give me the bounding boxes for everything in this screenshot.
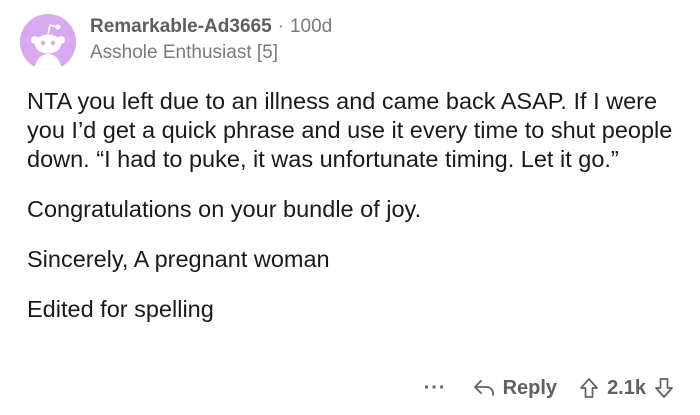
comment-actions: ··· Reply 2.1k	[424, 373, 674, 403]
downvote-arrow-icon[interactable]	[654, 377, 674, 399]
comment-header: Remarkable-Ad3665 · 100d Asshole Enthusias…	[90, 15, 332, 65]
comment-paragraph: Congratulations on your bundle of joy.	[27, 196, 422, 222]
more-options-button[interactable]: ···	[424, 377, 447, 400]
comment-paragraph: Edited for spelling	[27, 296, 214, 322]
reply-button[interactable]: Reply	[473, 377, 557, 400]
comment-paragraph: Sincerely, A pregnant woman	[27, 246, 330, 272]
comment-body: NTA you left due to an illness and came …	[27, 87, 677, 324]
comment-age[interactable]: 100d	[290, 16, 332, 37]
meta-separator: ·	[277, 16, 284, 37]
user-flair: Asshole Enthusiast [5]	[90, 42, 278, 63]
comment: Remarkable-Ad3665 · 100d Asshole Enthusias…	[0, 0, 700, 415]
vote-controls: 2.1k	[579, 377, 674, 400]
username-row: Remarkable-Ad3665 · 100d	[90, 15, 332, 39]
comment-paragraph: NTA you left due to an illness and came …	[27, 88, 673, 172]
avatar[interactable]	[20, 14, 76, 70]
reply-arrow-icon	[473, 378, 495, 398]
vote-score: 2.1k	[607, 376, 646, 399]
reply-label: Reply	[502, 376, 558, 399]
snoo-avatar-icon	[20, 14, 76, 70]
username-link[interactable]: Remarkable-Ad3665	[90, 16, 272, 37]
upvote-arrow-icon[interactable]	[579, 377, 599, 399]
